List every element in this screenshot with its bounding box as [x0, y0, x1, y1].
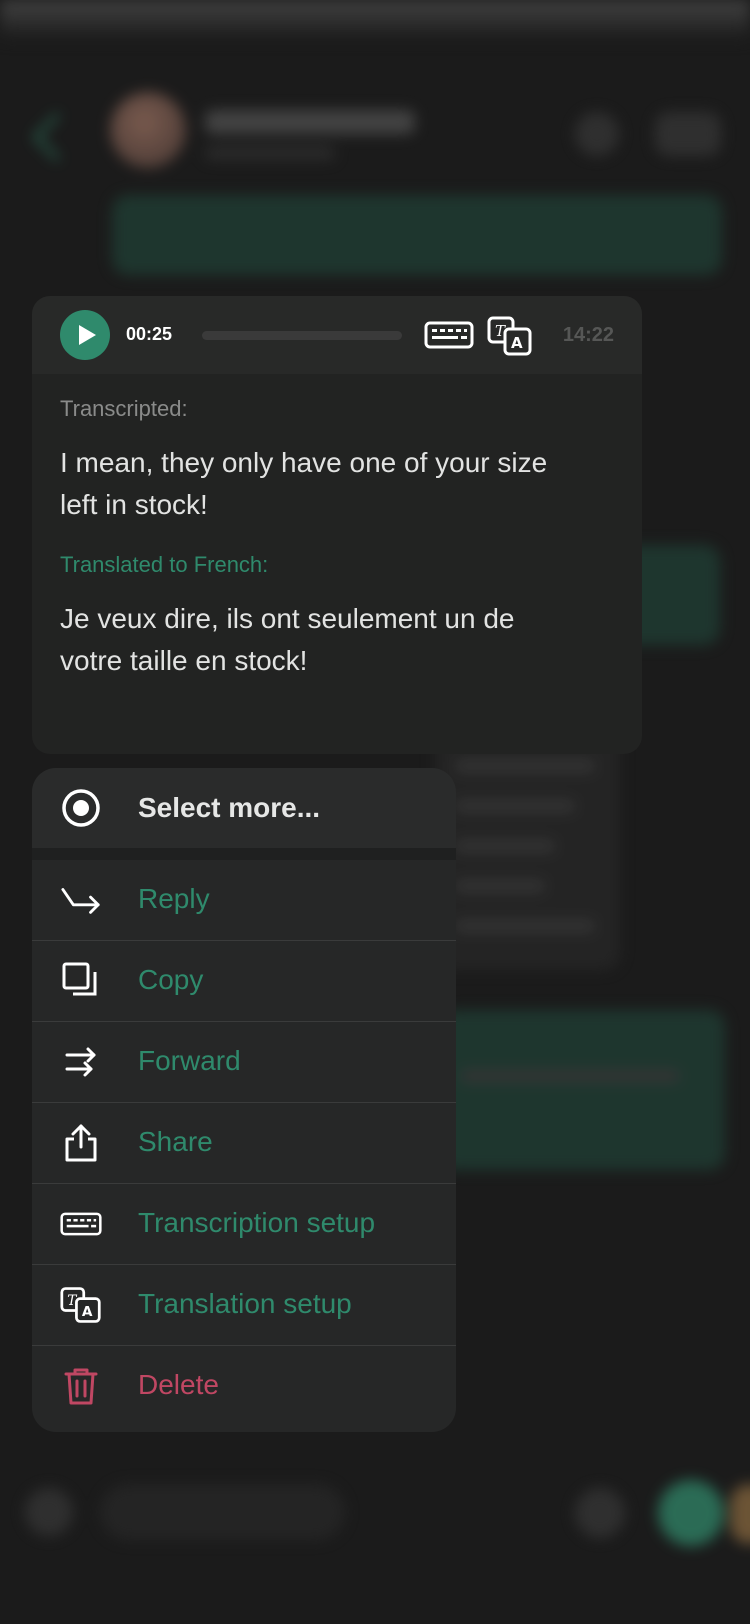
svg-text:A: A	[511, 334, 523, 352]
forward-arrows-icon	[60, 1042, 102, 1082]
translation-label: Translated to French:	[60, 552, 269, 577]
voice-duration: 00:25	[126, 324, 173, 344]
menu-item-label: Share	[138, 1126, 213, 1157]
svg-text:A: A	[82, 1304, 93, 1320]
menu-item-label: Reply	[138, 883, 210, 914]
menu-item-label: Translation setup	[138, 1288, 352, 1319]
message-input-placeholder	[100, 1484, 345, 1540]
contact-avatar	[110, 92, 186, 168]
menu-item-transcription-setup[interactable]: Transcription setup	[32, 1183, 456, 1264]
edge-button	[730, 1484, 750, 1544]
back-arrow-icon	[32, 112, 82, 162]
translate-icon: T A	[60, 1285, 102, 1325]
menu-item-label: Delete	[138, 1369, 219, 1400]
status-bar-shadow	[0, 0, 750, 40]
message-time: 14:22	[562, 324, 614, 346]
video-icon	[655, 112, 721, 156]
voice-player-bar: 00:25 T A 14:22	[32, 296, 642, 374]
contact-name-placeholder	[205, 110, 415, 134]
trash-icon	[60, 1366, 102, 1406]
menu-item-label: Transcription setup	[138, 1207, 376, 1238]
voice-message-card[interactable]: 00:25 T A 14:22 Transcripted: I mean, th…	[32, 296, 642, 754]
copy-icon	[60, 961, 102, 1001]
background-text-line	[455, 840, 555, 852]
menu-item-translation-setup[interactable]: T A Translation setup	[32, 1264, 456, 1345]
translate-icon[interactable]: T A	[487, 316, 533, 360]
background-bubble	[440, 1010, 725, 1170]
background-text-line	[455, 920, 595, 932]
background-text-line	[460, 1070, 680, 1082]
mic-button	[658, 1480, 724, 1546]
select-more-button[interactable]: Select more...	[32, 768, 456, 848]
background-text-line	[455, 800, 575, 812]
keyboard-icon	[60, 1204, 102, 1244]
menu-item-label: Copy	[138, 964, 204, 995]
background-text-line	[455, 760, 595, 772]
share-icon	[60, 1123, 102, 1163]
message-context-menu: Select more... Reply Copy Forward Share …	[32, 768, 456, 1432]
menu-item-forward[interactable]: Forward	[32, 1021, 456, 1102]
call-icon	[575, 112, 619, 156]
select-more-label: Select more...	[138, 792, 321, 823]
menu-separator	[32, 848, 456, 860]
transcription-text: I mean, they only have one of your size …	[60, 447, 548, 520]
radio-target-icon	[60, 788, 102, 828]
menu-item-delete[interactable]: Delete	[32, 1345, 456, 1426]
transcription-label: Transcripted:	[60, 396, 188, 421]
menu-item-label: Forward	[138, 1045, 241, 1076]
play-icon[interactable]	[60, 310, 110, 360]
camera-icon	[575, 1488, 625, 1538]
contact-status-placeholder	[205, 146, 335, 160]
background-bubble	[435, 720, 620, 970]
menu-item-reply[interactable]: Reply	[32, 860, 456, 940]
reply-arrow-icon	[60, 880, 102, 920]
voice-progress-track[interactable]	[202, 331, 402, 340]
translation-text: Je veux dire, ils ont seulement un de vo…	[60, 603, 515, 676]
menu-item-copy[interactable]: Copy	[32, 940, 456, 1021]
background-text-line	[455, 880, 545, 892]
background-bubble	[112, 195, 722, 275]
attach-icon	[25, 1488, 73, 1536]
message-body: Transcripted: I mean, they only have one…	[32, 374, 642, 682]
menu-item-share[interactable]: Share	[32, 1102, 456, 1183]
keyboard-icon[interactable]	[424, 321, 474, 353]
